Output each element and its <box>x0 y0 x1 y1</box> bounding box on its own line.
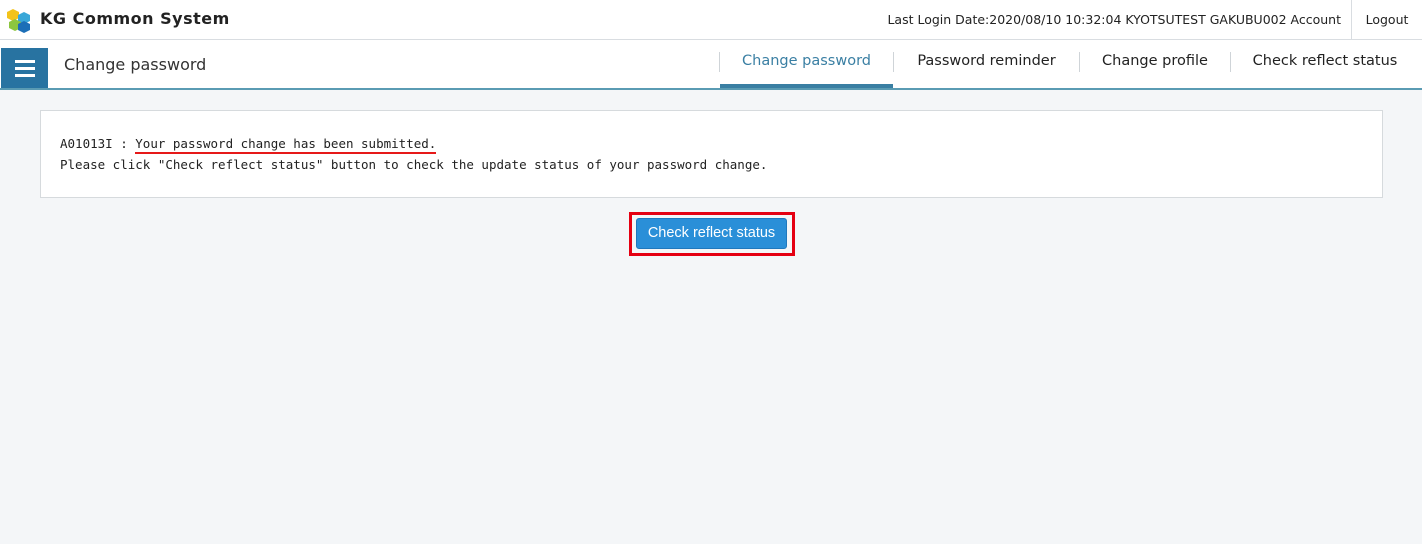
menu-bar-icon <box>15 60 35 63</box>
last-login-info: Last Login Date:2020/08/10 10:32:04 KYOT… <box>887 12 1341 27</box>
kg-logo-icon <box>7 9 30 33</box>
tab-check-reflect-status[interactable]: Check reflect status <box>1231 40 1419 88</box>
logout-button[interactable]: Logout <box>1351 0 1422 39</box>
hamburger-menu-button[interactable] <box>1 48 48 88</box>
menu-bar-icon <box>15 74 35 77</box>
tab-password-reminder[interactable]: Password reminder <box>894 40 1079 88</box>
top-bar: KG Common System Last Login Date:2020/08… <box>0 0 1422 40</box>
message-text: Your password change has been submitted. <box>135 136 437 154</box>
tab-change-password[interactable]: Change password <box>720 40 893 88</box>
app-title: KG Common System <box>40 9 230 28</box>
message-line: A01013I : Your password change has been … <box>60 136 437 154</box>
check-reflect-status-button[interactable]: Check reflect status <box>636 218 787 249</box>
message-instruction: Please click "Check reflect status" butt… <box>60 157 768 172</box>
sub-header: Change password Change password Password… <box>0 40 1422 90</box>
message-code: A01013I : <box>60 136 128 151</box>
menu-bar-icon <box>15 67 35 70</box>
message-box: A01013I : Your password change has been … <box>40 110 1383 198</box>
page-title: Change password <box>64 55 207 74</box>
tab-change-profile[interactable]: Change profile <box>1080 40 1230 88</box>
